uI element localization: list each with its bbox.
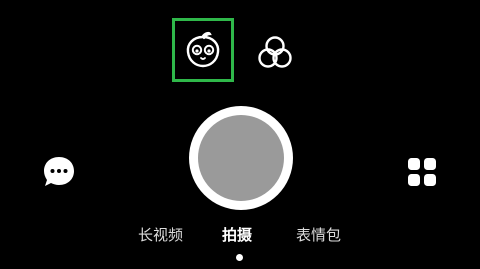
active-mode-indicator (236, 254, 243, 261)
face-filter-button[interactable] (172, 18, 234, 82)
shutter-button[interactable] (189, 106, 293, 210)
tab-long-video[interactable]: 长视频 (138, 226, 183, 244)
chat-button[interactable] (39, 152, 79, 192)
tab-photo[interactable]: 拍摄 (222, 226, 252, 244)
overlapping-circles-icon (258, 36, 292, 68)
more-options-button[interactable] (402, 152, 442, 192)
grid-icon (408, 158, 436, 186)
face-icon (186, 31, 220, 68)
chat-bubble-icon (44, 157, 74, 186)
color-filter-button[interactable] (252, 30, 298, 76)
tab-sticker[interactable]: 表情包 (296, 226, 341, 244)
shutter-inner-fill (198, 115, 284, 201)
